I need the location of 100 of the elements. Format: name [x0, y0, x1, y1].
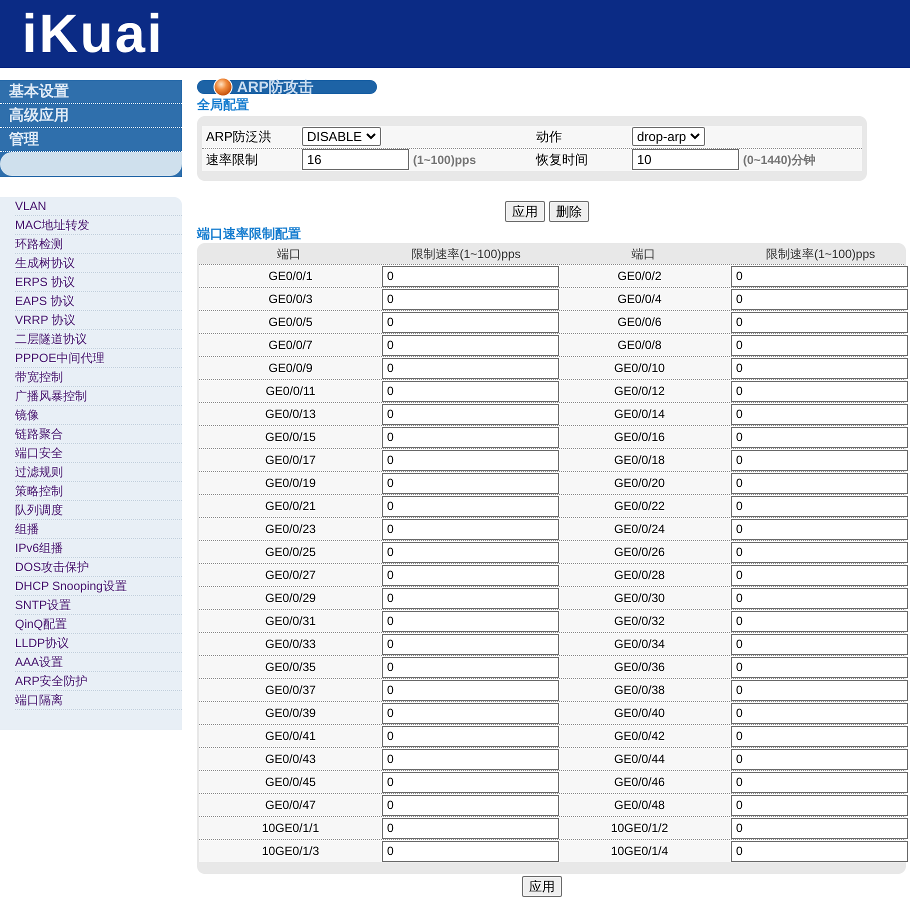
- rate-input[interactable]: 0: [382, 656, 559, 678]
- rate-input[interactable]: 0: [382, 610, 559, 632]
- sidebar-item[interactable]: ARP安全防护: [15, 672, 182, 691]
- port-name: GE0/0/12: [614, 383, 665, 400]
- sidebar-item[interactable]: QinQ配置: [15, 615, 182, 634]
- sidebar-item[interactable]: 广播风暴控制: [15, 387, 182, 406]
- rate-input[interactable]: 0: [731, 266, 908, 286]
- port-name: GE0/0/13: [265, 406, 316, 423]
- rate-input[interactable]: 0: [731, 450, 908, 470]
- port-name: GE0/0/28: [614, 567, 665, 584]
- sidebar-item[interactable]: 组播: [15, 520, 182, 539]
- rate-input[interactable]: 0: [382, 334, 559, 356]
- rate-input[interactable]: 0: [731, 634, 908, 654]
- sidebar-item[interactable]: ERPS 协议: [15, 273, 182, 292]
- action-button[interactable]: 应用: [505, 200, 545, 222]
- rate-input[interactable]: 0: [382, 380, 559, 402]
- apply-button[interactable]: 应用: [522, 876, 562, 897]
- rate-input[interactable]: 0: [731, 426, 908, 448]
- rate-input[interactable]: 0: [731, 334, 908, 356]
- rate-input[interactable]: 0: [382, 726, 559, 746]
- rate-input[interactable]: 0: [731, 496, 908, 516]
- port-name: GE0/0/37: [265, 682, 316, 699]
- rate-input[interactable]: 0: [382, 404, 559, 424]
- rate-input[interactable]: 0: [731, 772, 908, 792]
- sidebar-item[interactable]: DHCP Snooping设置: [15, 577, 182, 596]
- rate-input[interactable]: 0: [731, 748, 908, 770]
- rate-input[interactable]: 0: [382, 794, 559, 816]
- rate-input[interactable]: 0: [382, 748, 559, 770]
- sidebar-item[interactable]: 镜像: [15, 406, 182, 425]
- sidebar-item[interactable]: SNTP设置: [15, 596, 182, 615]
- input-field[interactable]: 16: [302, 149, 409, 170]
- rate-input[interactable]: 0: [731, 656, 908, 678]
- sidebar-item[interactable]: EAPS 协议: [15, 292, 182, 311]
- sidebar-item[interactable]: 生成树协议: [15, 254, 182, 273]
- sidebar-item[interactable]: AAA设置: [15, 653, 182, 672]
- rate-input[interactable]: 0: [731, 726, 908, 746]
- sidebar-item[interactable]: 二层隧道协议: [15, 330, 182, 349]
- port-name: GE0/0/18: [614, 452, 665, 469]
- rate-input[interactable]: 0: [382, 312, 559, 332]
- sidebar-item[interactable]: 端口安全: [15, 444, 182, 463]
- sidebar-item[interactable]: PPPOE中间代理: [15, 349, 182, 368]
- rate-input[interactable]: 0: [731, 404, 908, 424]
- rate-input[interactable]: 0: [382, 496, 559, 516]
- input-field[interactable]: 10: [632, 149, 739, 170]
- rate-input[interactable]: 0: [382, 426, 559, 448]
- rate-input[interactable]: 0: [382, 634, 559, 654]
- rate-input[interactable]: 0: [382, 358, 559, 378]
- sidebar-item[interactable]: DOS攻击保护: [15, 558, 182, 577]
- sidebar-item[interactable]: 队列调度: [15, 501, 182, 520]
- rate-input[interactable]: 0: [382, 288, 559, 310]
- dropdown[interactable]: DISABLE: [302, 127, 381, 146]
- rate-input[interactable]: 0: [731, 680, 908, 700]
- sidebar-item[interactable]: MAC地址转发: [15, 216, 182, 235]
- sidebar-item[interactable]: IPv6组播: [15, 539, 182, 558]
- sidebar-item[interactable]: 过滤规则: [15, 463, 182, 482]
- rate-input[interactable]: 0: [382, 818, 559, 838]
- rate-input[interactable]: 0: [731, 358, 908, 378]
- rate-input[interactable]: 0: [382, 542, 559, 562]
- action-button[interactable]: 删除: [549, 200, 589, 222]
- rate-input[interactable]: 0: [382, 772, 559, 792]
- port-name: GE0/0/40: [614, 705, 665, 722]
- rate-input[interactable]: 0: [731, 588, 908, 608]
- sidebar-item[interactable]: LLDP协议: [15, 634, 182, 653]
- rate-input[interactable]: 0: [382, 472, 559, 494]
- rate-input[interactable]: 0: [382, 588, 559, 608]
- rate-input[interactable]: 0: [731, 610, 908, 632]
- rate-input[interactable]: 0: [382, 840, 559, 862]
- rate-input[interactable]: 0: [731, 472, 908, 494]
- port-name: GE0/0/44: [614, 751, 665, 768]
- sidebar-item[interactable]: 链路聚合: [15, 425, 182, 444]
- rate-input[interactable]: 0: [382, 702, 559, 724]
- rate-input[interactable]: 0: [731, 702, 908, 724]
- sidebar-item[interactable]: VRRP 协议: [15, 311, 182, 330]
- top-menu-item[interactable]: 基本设置: [0, 80, 182, 104]
- dropdown[interactable]: drop-arp: [632, 127, 706, 146]
- field-label: 速率限制: [206, 150, 258, 169]
- top-menu-item[interactable]: 高级应用: [0, 104, 182, 128]
- rate-input[interactable]: 0: [382, 266, 559, 286]
- rate-input[interactable]: 0: [731, 542, 908, 562]
- rate-input[interactable]: 0: [731, 818, 908, 838]
- rate-input[interactable]: 0: [731, 380, 908, 402]
- rate-input[interactable]: 0: [731, 518, 908, 540]
- port-name: GE0/0/23: [265, 521, 316, 538]
- rate-input[interactable]: 0: [731, 564, 908, 586]
- rate-input[interactable]: 0: [382, 450, 559, 470]
- rate-input[interactable]: 0: [731, 312, 908, 332]
- port-name: 10GE0/1/3: [262, 843, 320, 860]
- rate-input[interactable]: 0: [731, 840, 908, 862]
- sidebar-item[interactable]: 环路检测: [15, 235, 182, 254]
- sidebar-item[interactable]: 带宽控制: [15, 368, 182, 387]
- port-name: GE0/0/1: [268, 268, 313, 285]
- sidebar-item[interactable]: 端口隔离: [15, 691, 182, 710]
- rate-input[interactable]: 0: [731, 794, 908, 816]
- sidebar-item[interactable]: 策略控制: [15, 482, 182, 501]
- rate-input[interactable]: 0: [731, 288, 908, 310]
- sidebar-item[interactable]: VLAN: [15, 197, 182, 216]
- rate-input[interactable]: 0: [382, 518, 559, 540]
- field-label: ARP防泛洪: [206, 128, 272, 146]
- rate-input[interactable]: 0: [382, 680, 559, 700]
- rate-input[interactable]: 0: [382, 564, 559, 586]
